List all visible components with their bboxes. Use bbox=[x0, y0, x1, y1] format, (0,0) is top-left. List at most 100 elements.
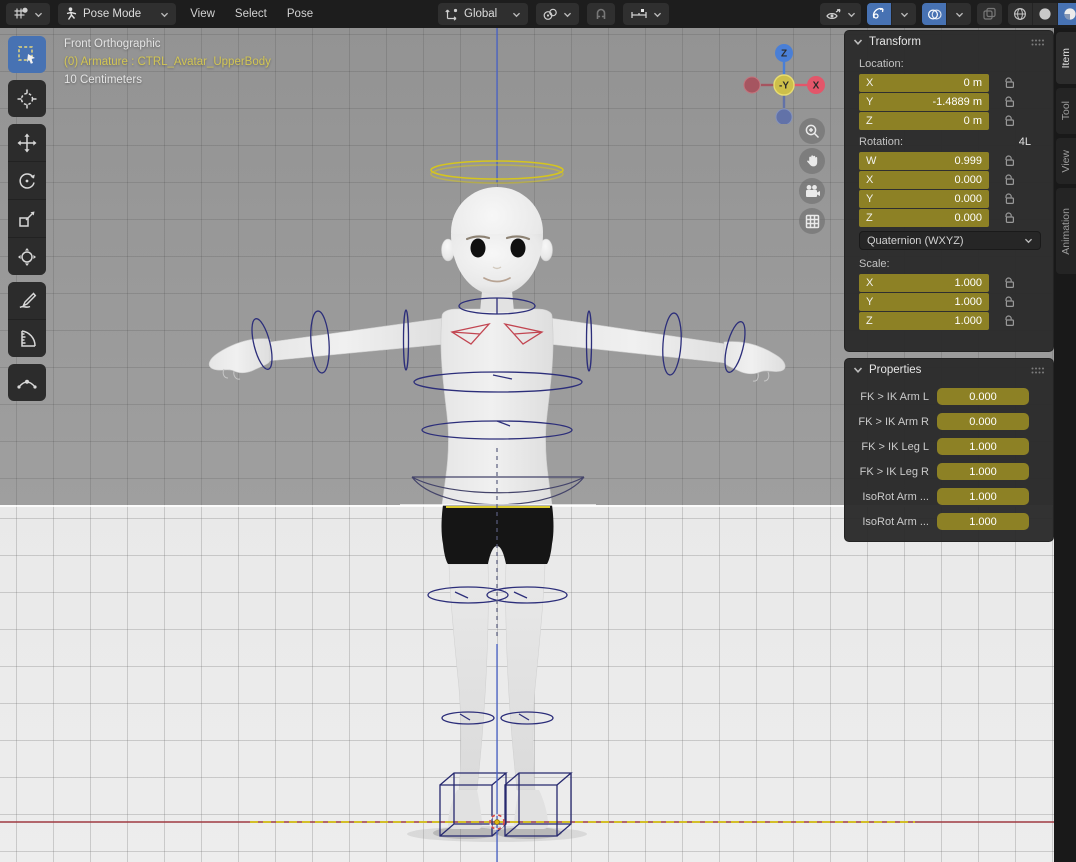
lock-icon[interactable] bbox=[1003, 314, 1016, 327]
overlays-icon bbox=[927, 8, 942, 21]
gizmo-neg-x-ball[interactable] bbox=[744, 77, 760, 93]
property-value-field[interactable]: 1.000 bbox=[937, 463, 1029, 480]
transform-orientation-dropdown[interactable]: Global bbox=[438, 3, 528, 25]
axis-value: 0.000 bbox=[884, 212, 982, 224]
property-row: IsoRot Arm ... 1.000 bbox=[845, 484, 1053, 509]
tool-transform[interactable] bbox=[8, 237, 46, 275]
location-z-field[interactable]: Z 0 m bbox=[859, 112, 989, 130]
menu-pose[interactable]: Pose bbox=[281, 8, 319, 20]
gizmos-dropdown[interactable] bbox=[891, 3, 916, 25]
location-x-field[interactable]: X 0 m bbox=[859, 74, 989, 92]
property-label: FK > IK Leg R bbox=[849, 466, 929, 478]
tool-annotate[interactable] bbox=[8, 282, 46, 319]
scale-x-field[interactable]: X 1.000 bbox=[859, 274, 989, 292]
lock-icon[interactable] bbox=[1003, 114, 1016, 127]
lock-icon[interactable] bbox=[1003, 211, 1016, 224]
chevron-down-icon bbox=[847, 11, 856, 18]
mode-selector[interactable]: Pose Mode bbox=[58, 3, 176, 25]
lock-icon[interactable] bbox=[1003, 295, 1016, 308]
scale-z-field[interactable]: Z 1.000 bbox=[859, 312, 989, 330]
chevron-down-icon bbox=[34, 11, 43, 18]
gizmo-neg-z-ball[interactable] bbox=[776, 109, 792, 124]
tool-rotate[interactable] bbox=[8, 161, 46, 199]
axis-value: 0 m bbox=[884, 115, 982, 127]
axis-value: 0.000 bbox=[884, 193, 982, 205]
axis-label: Y bbox=[866, 96, 884, 108]
lock-icon[interactable] bbox=[1003, 95, 1016, 108]
lock-icon[interactable] bbox=[1003, 154, 1016, 167]
lock-icon[interactable] bbox=[1003, 192, 1016, 205]
camera-icon bbox=[803, 183, 821, 199]
proportional-editing-dropdown[interactable] bbox=[623, 3, 669, 25]
shading-solid-button[interactable] bbox=[1032, 3, 1057, 25]
show-gizmos-toggle[interactable] bbox=[867, 3, 891, 25]
overlays-dropdown[interactable] bbox=[946, 3, 971, 25]
tool-pose-breakdowner[interactable] bbox=[8, 364, 46, 401]
tool-move[interactable] bbox=[8, 124, 46, 161]
location-y-field[interactable]: Y -1.4889 m bbox=[859, 93, 989, 111]
panel-collapse-icon[interactable] bbox=[853, 366, 863, 374]
material-sphere-icon bbox=[1063, 7, 1076, 21]
pivot-point-dropdown[interactable] bbox=[536, 3, 579, 25]
axis-label: X bbox=[866, 77, 884, 89]
rotation-y-field[interactable]: Y 0.000 bbox=[859, 190, 989, 208]
editor-type-icon bbox=[13, 7, 29, 21]
zoom-button[interactable] bbox=[799, 118, 825, 144]
panel-collapse-icon[interactable] bbox=[853, 38, 863, 46]
tool-select-box[interactable] bbox=[8, 36, 46, 73]
lock-icon[interactable] bbox=[1003, 173, 1016, 186]
property-row: FK > IK Arm R 0.000 bbox=[845, 409, 1053, 434]
gizmo-neg-y-label: -Y bbox=[779, 81, 789, 92]
property-value-field[interactable]: 1.000 bbox=[937, 438, 1029, 455]
rotation-x-field[interactable]: X 0.000 bbox=[859, 171, 989, 189]
menu-select[interactable]: Select bbox=[229, 8, 273, 20]
property-value-field[interactable]: 1.000 bbox=[937, 513, 1029, 530]
tool-cursor[interactable] bbox=[8, 80, 46, 117]
location-label: Location: bbox=[845, 52, 1053, 73]
rotation-w-row: W 0.999 bbox=[845, 151, 1053, 170]
scale-x-row: X 1.000 bbox=[845, 273, 1053, 292]
panel-grip-icon[interactable] bbox=[1031, 39, 1045, 46]
menu-view[interactable]: View bbox=[184, 8, 221, 20]
property-label: IsoRot Arm ... bbox=[849, 516, 929, 528]
panel-grip-icon[interactable] bbox=[1031, 367, 1045, 374]
scale-y-field[interactable]: Y 1.000 bbox=[859, 293, 989, 311]
lock-icon[interactable] bbox=[1003, 76, 1016, 89]
tab-animation[interactable]: Animation bbox=[1056, 188, 1076, 274]
editor-type-button[interactable] bbox=[6, 3, 50, 25]
axis-value: 1.000 bbox=[884, 277, 982, 289]
snap-toggle[interactable] bbox=[587, 3, 615, 25]
tab-tool[interactable]: Tool bbox=[1056, 88, 1076, 134]
visibility-eye-icon bbox=[825, 8, 842, 21]
shading-material-preview-button[interactable] bbox=[1057, 3, 1076, 25]
axis-label: Z bbox=[866, 315, 884, 327]
camera-view-button[interactable] bbox=[799, 178, 825, 204]
tool-scale[interactable] bbox=[8, 199, 46, 237]
show-overlays-toggle[interactable] bbox=[922, 3, 946, 25]
orthographic-toggle-button[interactable] bbox=[799, 208, 825, 234]
overlays-toggle-group bbox=[922, 3, 971, 25]
axis-value: 0.000 bbox=[884, 174, 982, 186]
rotation-z-row: Z 0.000 bbox=[845, 208, 1053, 227]
object-visibility-dropdown[interactable] bbox=[820, 3, 861, 25]
xray-toggle[interactable] bbox=[977, 3, 1002, 25]
tab-item[interactable]: Item bbox=[1056, 32, 1076, 84]
toolbar bbox=[8, 36, 46, 401]
3d-viewport[interactable]: Front Orthographic (0) Armature : CTRL_A… bbox=[0, 28, 1076, 862]
rotation-w-field[interactable]: W 0.999 bbox=[859, 152, 989, 170]
shading-wireframe-button[interactable] bbox=[1008, 3, 1032, 25]
axis-label: Z bbox=[866, 115, 884, 127]
rotation-z-field[interactable]: Z 0.000 bbox=[859, 209, 989, 227]
lock-icon[interactable] bbox=[1003, 276, 1016, 289]
tab-view[interactable]: View bbox=[1056, 138, 1076, 184]
property-value-field[interactable]: 0.000 bbox=[937, 388, 1029, 405]
tool-measure[interactable] bbox=[8, 319, 46, 357]
pan-button[interactable] bbox=[799, 148, 825, 174]
rotation-mode-dropdown[interactable]: Quaternion (WXYZ) bbox=[859, 231, 1041, 250]
rotation-x-row: X 0.000 bbox=[845, 170, 1053, 189]
property-value-field[interactable]: 0.000 bbox=[937, 413, 1029, 430]
navigation-gizmo[interactable]: Z X -Y bbox=[742, 36, 828, 124]
property-label: FK > IK Arm R bbox=[849, 416, 929, 428]
grid-scale-label: 10 Centimeters bbox=[64, 71, 271, 89]
property-value-field[interactable]: 1.000 bbox=[937, 488, 1029, 505]
